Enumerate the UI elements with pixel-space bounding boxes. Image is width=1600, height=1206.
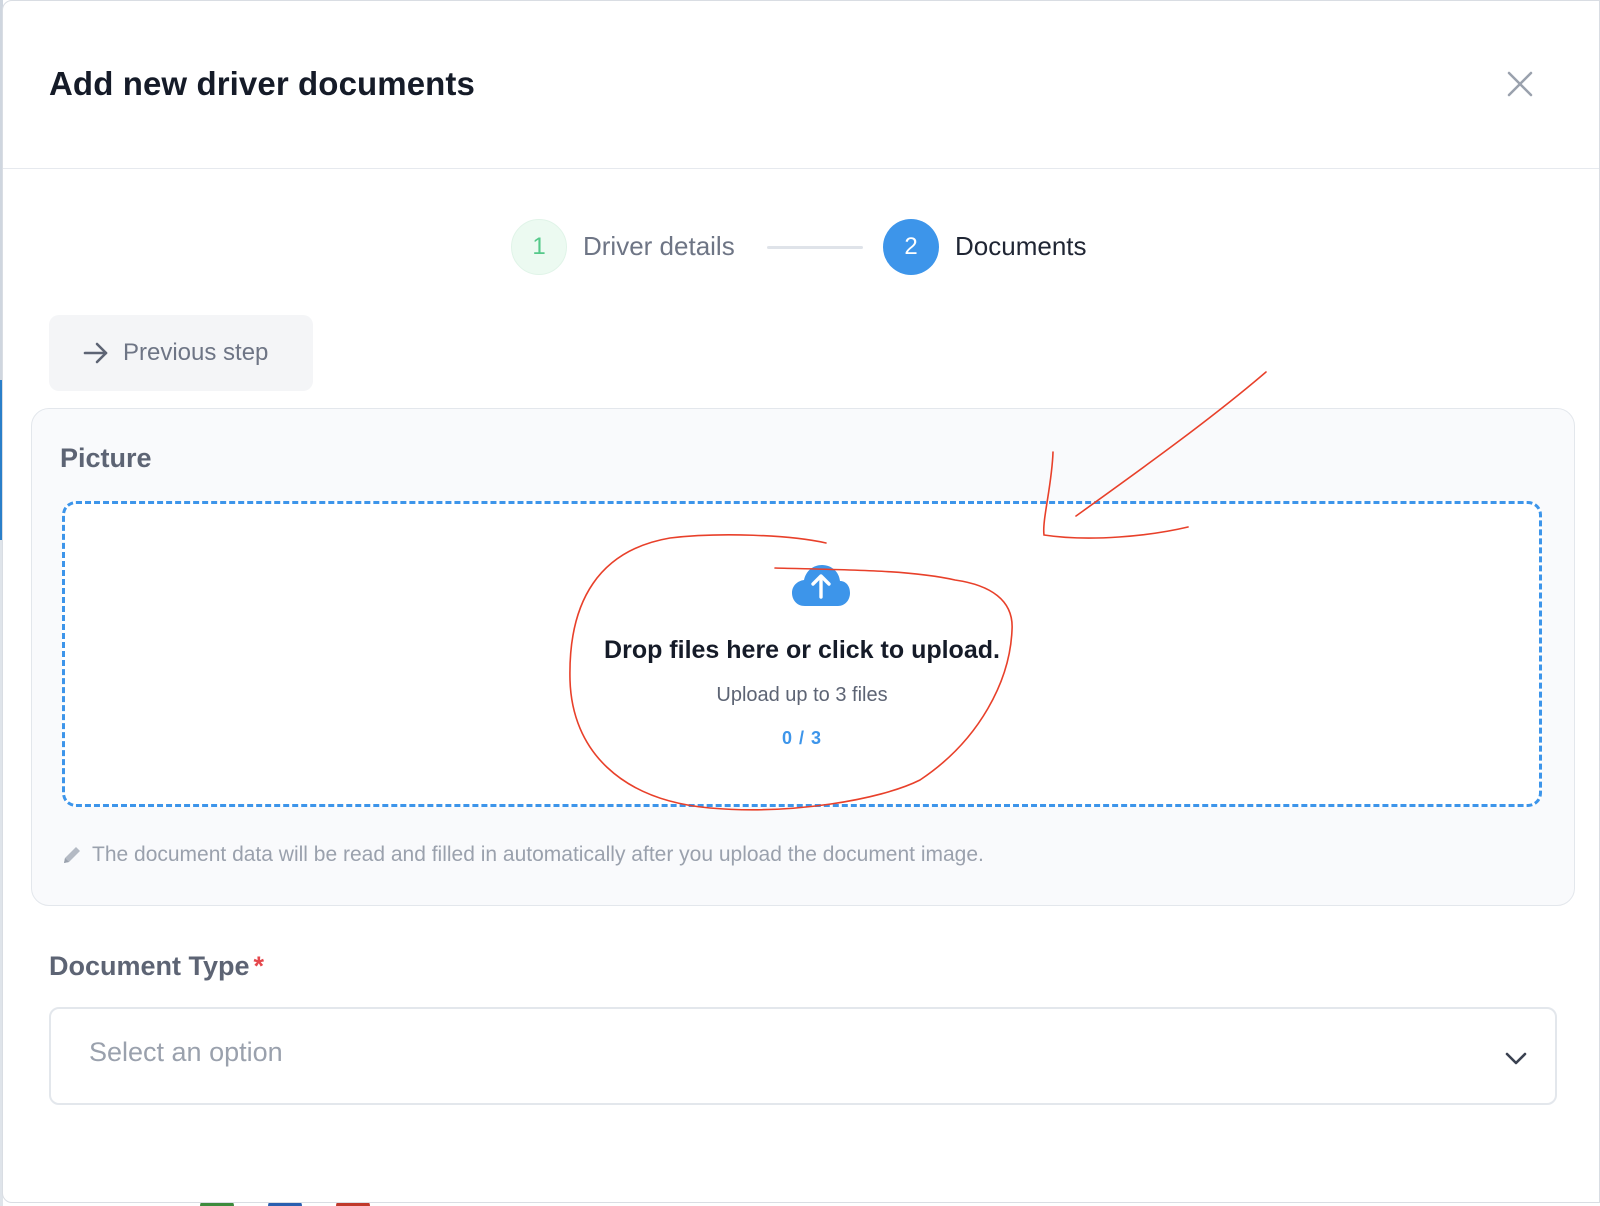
modal-title: Add new driver documents xyxy=(49,65,475,102)
step-connector xyxy=(767,246,863,249)
picture-label: Picture xyxy=(60,443,152,473)
document-type-placeholder: Select an option xyxy=(89,1037,283,1067)
stepper: 1 Driver details 2 Documents xyxy=(3,219,1599,275)
document-type-select[interactable]: Select an option xyxy=(49,1007,1557,1105)
required-marker: * xyxy=(253,951,265,981)
pencil-icon xyxy=(64,847,80,863)
cloud-upload-icon xyxy=(792,565,850,606)
previous-step-button[interactable]: Previous step xyxy=(49,315,313,391)
dropzone-subtitle: Upload up to 3 files xyxy=(716,684,888,706)
modal-header: Add new driver documents xyxy=(3,1,1599,169)
chevron-down-icon xyxy=(1505,1052,1527,1065)
document-type-label-text: Document Type xyxy=(49,951,250,981)
document-type-label: Document Type * xyxy=(49,951,264,982)
dropzone-title: Drop files here or click to upload. xyxy=(604,636,1000,664)
file-count: 0 / 3 xyxy=(781,728,823,748)
add-driver-documents-modal: Add new driver documents 1 Driver detail… xyxy=(2,0,1600,1203)
auto-fill-hint: The document data will be read and fille… xyxy=(60,843,984,867)
step-1-circle[interactable]: 1 xyxy=(511,219,567,275)
step-2-circle: 2 xyxy=(883,219,939,275)
previous-step-label: Previous step xyxy=(123,339,269,366)
close-button[interactable] xyxy=(1503,67,1537,101)
picture-section: Picture Drop files here or click to uplo… xyxy=(31,408,1575,906)
file-dropzone[interactable]: Drop files here or click to upload. Uplo… xyxy=(62,501,1542,807)
auto-fill-hint-text: The document data will be read and fille… xyxy=(92,843,984,866)
step-2-label: Documents xyxy=(955,231,1087,261)
step-1-label[interactable]: Driver details xyxy=(583,231,735,262)
close-icon xyxy=(1507,71,1533,97)
arrow-right-icon xyxy=(83,342,108,364)
